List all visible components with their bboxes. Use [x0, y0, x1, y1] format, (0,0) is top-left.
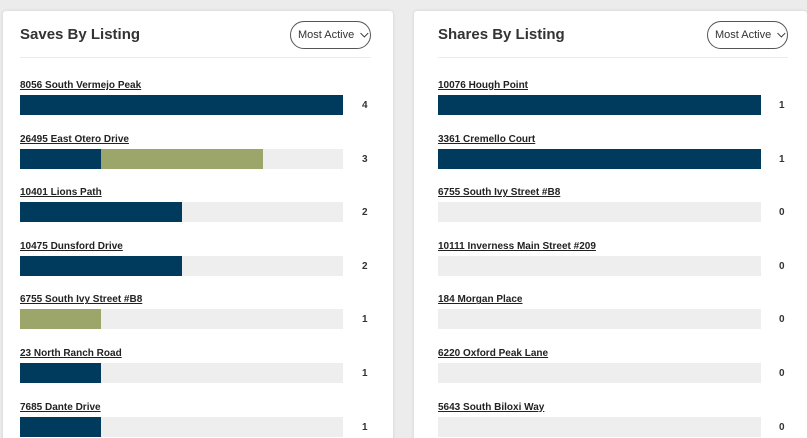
shares-row: 10076 Hough Point 1 — [414, 80, 807, 133]
shares-row: 6220 Oxford Peak Lane 0 — [414, 348, 807, 401]
saves-row: 23 North Ranch Road 1 — [3, 348, 393, 401]
saves-header: Saves By Listing Most Active — [3, 11, 393, 58]
bar-primary-segment — [20, 255, 182, 276]
saves-row: 6755 South Ivy Street #B8 1 — [3, 294, 393, 347]
listing-link[interactable]: 10111 Inverness Main Street #209 — [438, 241, 596, 252]
listing-link[interactable]: 6755 South Ivy Street #B8 — [20, 294, 142, 305]
saves-sort-dropdown[interactable]: Most Active — [290, 21, 371, 49]
bar-track — [20, 255, 343, 276]
shares-sort-dropdown[interactable]: Most Active — [707, 21, 788, 49]
shares-header-divider — [438, 57, 788, 58]
bar-track — [20, 95, 343, 115]
bar-track — [20, 363, 343, 383]
bar-track — [20, 202, 343, 223]
bar-primary-segment — [20, 148, 101, 169]
row-count: 0 — [779, 314, 785, 326]
bar-track — [438, 309, 761, 330]
shares-row: 184 Morgan Place 0 — [414, 294, 807, 347]
bar-secondary-segment — [20, 309, 101, 330]
shares-header: Shares By Listing Most Active — [414, 11, 807, 58]
row-count: 0 — [779, 421, 785, 433]
row-count: 1 — [362, 368, 368, 379]
row-count: 0 — [779, 368, 785, 379]
shares-row: 3361 Cremello Court 1 — [414, 134, 807, 187]
row-count: 2 — [362, 260, 368, 272]
listing-link[interactable]: 23 North Ranch Road — [20, 348, 122, 359]
bar-track — [438, 416, 761, 437]
listing-link[interactable]: 26495 East Otero Drive — [20, 134, 129, 145]
saves-title: Saves By Listing — [20, 26, 141, 43]
bar-track — [20, 416, 343, 437]
bar-track — [438, 255, 761, 276]
saves-row: 8056 South Vermejo Peak 4 — [3, 80, 393, 133]
bar-track — [438, 202, 761, 223]
bar-primary-segment — [438, 95, 761, 115]
saves-row: 7685 Dante Drive 1 — [3, 402, 393, 438]
listing-link[interactable]: 10475 Dunsford Drive — [20, 241, 123, 252]
row-count: 3 — [362, 153, 368, 165]
listing-link[interactable]: 7685 Dante Drive — [20, 402, 101, 413]
shares-title: Shares By Listing — [438, 26, 565, 43]
saves-row: 26495 East Otero Drive 3 — [3, 134, 393, 187]
chevron-down-icon — [360, 32, 369, 38]
shares-row: 5643 South Biloxi Way 0 — [414, 402, 807, 438]
saves-row: 10401 Lions Path 2 — [3, 187, 393, 240]
row-count: 2 — [362, 207, 368, 219]
listing-link[interactable]: 10401 Lions Path — [20, 187, 102, 198]
saves-sort-label: Most Active — [298, 29, 355, 41]
bar-track — [20, 148, 343, 169]
row-count: 1 — [362, 421, 368, 433]
shares-row: 6755 South Ivy Street #B8 0 — [414, 187, 807, 240]
shares-sort-label: Most Active — [715, 29, 772, 41]
bar-track — [438, 148, 761, 169]
bar-primary-segment — [20, 202, 182, 223]
saves-panel: Saves By Listing Most Active 8056 South … — [3, 11, 393, 438]
shares-panel: Shares By Listing Most Active 10076 Houg… — [414, 11, 807, 438]
listing-link[interactable]: 10076 Hough Point — [438, 80, 528, 91]
bar-track — [438, 95, 761, 115]
saves-header-divider — [20, 57, 371, 58]
bar-track — [438, 363, 761, 383]
listing-link[interactable]: 6220 Oxford Peak Lane — [438, 348, 548, 359]
row-count: 1 — [779, 153, 785, 165]
saves-row: 10475 Dunsford Drive 2 — [3, 241, 393, 294]
row-count: 1 — [362, 314, 368, 326]
row-count: 4 — [362, 100, 368, 111]
listing-link[interactable]: 3361 Cremello Court — [438, 134, 535, 145]
bar-secondary-segment — [101, 148, 263, 169]
listing-link[interactable]: 6755 South Ivy Street #B8 — [438, 187, 560, 198]
row-count: 0 — [779, 207, 785, 219]
bar-track — [20, 309, 343, 330]
listing-link[interactable]: 184 Morgan Place — [438, 294, 522, 305]
bar-primary-segment — [20, 363, 101, 383]
row-count: 1 — [779, 100, 785, 111]
listing-link[interactable]: 8056 South Vermejo Peak — [20, 80, 141, 91]
listing-link[interactable]: 5643 South Biloxi Way — [438, 402, 544, 413]
bar-primary-segment — [20, 416, 101, 437]
row-count: 0 — [779, 260, 785, 272]
chevron-down-icon — [777, 32, 786, 38]
bar-primary-segment — [20, 95, 343, 115]
shares-row: 10111 Inverness Main Street #209 0 — [414, 241, 807, 294]
bar-primary-segment — [438, 148, 761, 169]
